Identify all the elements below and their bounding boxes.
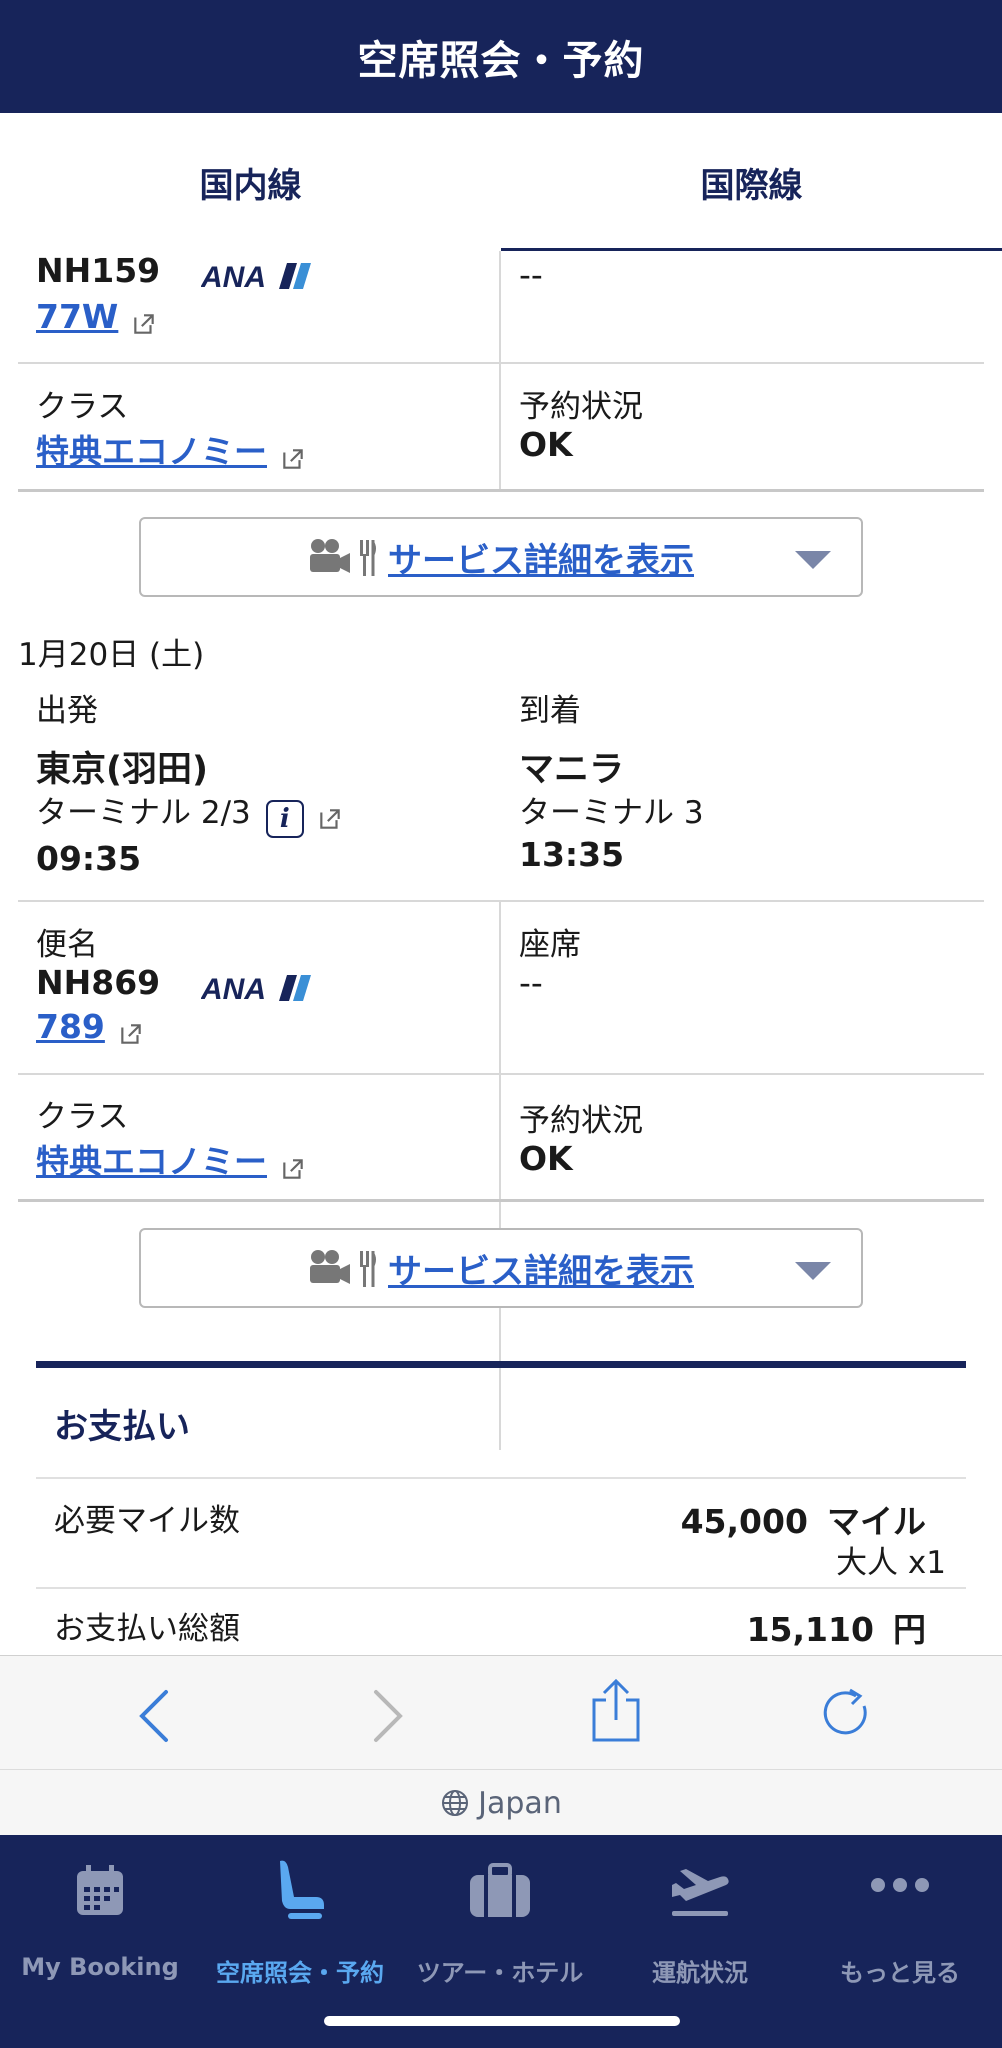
plane-departure-icon bbox=[672, 1869, 729, 1916]
calendar-icon bbox=[77, 1865, 123, 1915]
itinerary-content: NH159 ANA 77W -- クラス 特典エコノミー 予約状況 OK サービ… bbox=[0, 251, 1002, 1655]
route-tabs: 国内線 国際線 bbox=[0, 113, 1002, 251]
status-value: OK bbox=[519, 425, 573, 464]
flight-date: 1月20日 (土) bbox=[18, 637, 205, 673]
external-link-icon bbox=[283, 448, 303, 469]
status-value: OK bbox=[519, 1139, 573, 1178]
miles-unit: マイル bbox=[827, 1502, 926, 1541]
chevron-down-icon bbox=[795, 551, 831, 569]
reload-icon[interactable] bbox=[822, 1686, 874, 1742]
tab-international[interactable]: 国際線 bbox=[501, 113, 1002, 251]
ana-logo-icon: ANA bbox=[200, 972, 321, 1008]
share-icon[interactable] bbox=[590, 1678, 642, 1744]
total-unit: 円 bbox=[893, 1610, 926, 1649]
globe-icon bbox=[442, 1790, 469, 1816]
tab-my-booking[interactable]: My Booking bbox=[0, 1855, 200, 1985]
seat-icon bbox=[280, 1860, 324, 1919]
page-title: 空席照会・予約 bbox=[0, 0, 1002, 113]
miles-label: 必要マイル数 bbox=[54, 1503, 240, 1539]
tab-flight-status[interactable]: 運航状況 bbox=[600, 1855, 800, 1987]
tab-domestic[interactable]: 国内線 bbox=[0, 113, 501, 251]
seat-value: -- bbox=[519, 255, 543, 294]
service-details-button[interactable]: サービス詳細を表示 bbox=[139, 517, 863, 597]
status-label: 予約状況 bbox=[519, 389, 643, 425]
browser-toolbar: Japan bbox=[0, 1655, 1002, 1835]
seat-label: 座席 bbox=[519, 927, 581, 963]
forward-icon[interactable] bbox=[370, 1688, 406, 1744]
tab-label: 空席照会・予約 bbox=[216, 1959, 384, 1987]
ana-logo-icon: ANA bbox=[200, 260, 321, 296]
svg-text:ANA: ANA bbox=[201, 261, 266, 292]
movie-meal-icon bbox=[310, 1250, 376, 1287]
payment-title: お支払い bbox=[54, 1407, 190, 1447]
fare-class-link[interactable]: 特典エコノミー bbox=[36, 1142, 267, 1181]
arrive-terminal: ターミナル 3 bbox=[519, 795, 704, 831]
suitcase-icon bbox=[470, 1863, 530, 1917]
aircraft-link[interactable]: 77W bbox=[36, 297, 118, 336]
flight-number: NH159 bbox=[36, 251, 161, 290]
payment-divider bbox=[36, 1361, 966, 1368]
locale-selector[interactable]: Japan bbox=[0, 1769, 1002, 1836]
class-label: クラス bbox=[36, 389, 129, 425]
tab-label: もっと見る bbox=[840, 1959, 960, 1987]
external-link-icon bbox=[134, 313, 155, 334]
svg-text:ANA: ANA bbox=[201, 973, 266, 1004]
external-link-icon bbox=[283, 1158, 303, 1179]
tab-label: ツアー・ホテル bbox=[416, 1959, 584, 1987]
depart-city: 東京(羽田) bbox=[36, 750, 208, 790]
arrive-time: 13:35 bbox=[519, 835, 625, 874]
tab-more[interactable]: もっと見る bbox=[800, 1855, 1000, 1987]
miles-value: 45,000 bbox=[680, 1502, 808, 1541]
service-details-label: サービス詳細を表示 bbox=[388, 540, 694, 581]
flight-number: NH869 bbox=[36, 963, 161, 1002]
tab-label: 運航状況 bbox=[652, 1959, 748, 1987]
arrive-label: 到着 bbox=[519, 693, 581, 729]
depart-label: 出発 bbox=[36, 693, 98, 729]
total-value: 15,110 bbox=[746, 1610, 874, 1649]
depart-time: 09:35 bbox=[36, 839, 142, 878]
info-icon[interactable]: i bbox=[265, 799, 304, 838]
flight-label: 便名 bbox=[36, 927, 98, 963]
passenger-count: 大人 x1 bbox=[836, 1545, 946, 1581]
tab-seat-booking[interactable]: 空席照会・予約 bbox=[200, 1855, 400, 1987]
service-details-label: サービス詳細を表示 bbox=[388, 1251, 694, 1292]
external-link-icon[interactable] bbox=[317, 806, 343, 832]
fare-class-link[interactable]: 特典エコノミー bbox=[36, 432, 267, 471]
tab-tour-hotel[interactable]: ツアー・ホテル bbox=[400, 1855, 600, 1987]
depart-terminal: ターミナル 2/3 bbox=[36, 795, 251, 831]
locale-label: Japan bbox=[478, 1785, 562, 1821]
back-icon[interactable] bbox=[136, 1688, 172, 1744]
class-label: クラス bbox=[36, 1099, 129, 1135]
movie-meal-icon bbox=[310, 539, 376, 576]
more-icon bbox=[871, 1878, 929, 1892]
chevron-down-icon bbox=[795, 1262, 831, 1280]
tab-label: My Booking bbox=[21, 1953, 179, 1981]
home-indicator bbox=[324, 2016, 680, 2026]
service-details-button[interactable]: サービス詳細を表示 bbox=[139, 1228, 863, 1308]
total-label: お支払い総額 bbox=[54, 1611, 240, 1647]
aircraft-link[interactable]: 789 bbox=[36, 1007, 105, 1046]
external-link-icon bbox=[121, 1023, 141, 1044]
status-label: 予約状況 bbox=[519, 1103, 643, 1139]
seat-value: -- bbox=[519, 963, 543, 1002]
arrive-city: マニラ bbox=[519, 750, 625, 790]
